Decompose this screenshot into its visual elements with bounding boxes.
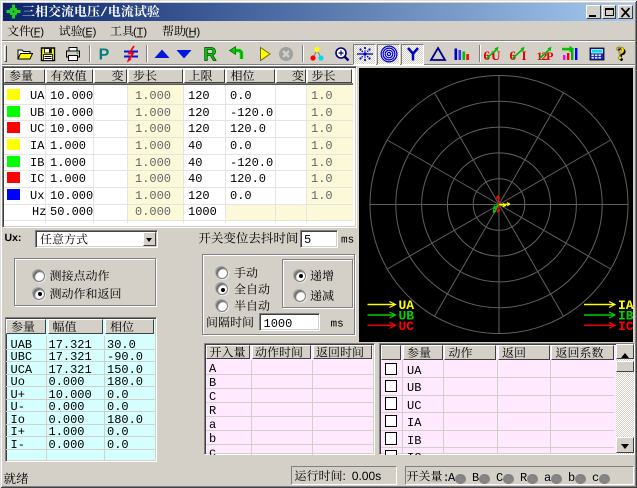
svg-text:IC: IC bbox=[618, 319, 633, 334]
svg-text:6I: 6I bbox=[510, 48, 527, 63]
svg-text:?: ? bbox=[616, 45, 626, 63]
svg-text:R: R bbox=[204, 45, 217, 63]
svg-text:P: P bbox=[98, 47, 109, 64]
svg-text:12P: 12P bbox=[537, 49, 554, 63]
svg-text:UC: UC bbox=[399, 319, 415, 334]
svg-text:6U: 6U bbox=[483, 48, 501, 63]
